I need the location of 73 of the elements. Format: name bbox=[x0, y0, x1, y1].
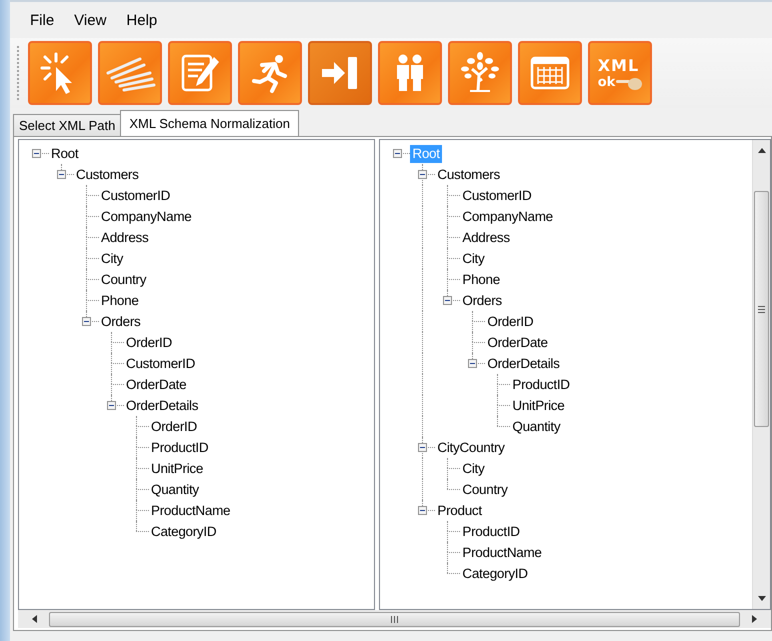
horizontal-scrollbar[interactable] bbox=[18, 610, 771, 628]
tree-node[interactable]: Product bbox=[435, 502, 484, 520]
toolbar-button[interactable] bbox=[168, 41, 232, 105]
tree-node[interactable]: Root bbox=[49, 144, 80, 162]
collapse-icon[interactable] bbox=[107, 401, 116, 410]
tree-node[interactable]: Phone bbox=[460, 270, 502, 288]
menu-item[interactable]: View bbox=[66, 12, 118, 28]
tree-node[interactable]: CustomerID bbox=[460, 186, 534, 204]
scroll-down-icon[interactable] bbox=[758, 596, 766, 601]
tree-node[interactable]: Phone bbox=[99, 292, 141, 310]
tree-node[interactable]: CustomerID bbox=[124, 354, 198, 372]
tab[interactable]: Select XML Path bbox=[13, 114, 122, 136]
scroll-up-icon[interactable] bbox=[758, 148, 766, 153]
tree-node[interactable]: Orders bbox=[460, 292, 504, 310]
scroll-thumb[interactable] bbox=[754, 191, 769, 427]
tree-node[interactable]: CustomerID bbox=[99, 186, 172, 204]
tree-node[interactable]: OrderID bbox=[485, 312, 536, 330]
toolbar-button[interactable] bbox=[98, 41, 162, 105]
tree-node[interactable]: City bbox=[460, 460, 486, 478]
tree-node[interactable]: OrderID bbox=[124, 334, 174, 352]
tree-node[interactable]: CityCountry bbox=[435, 438, 507, 456]
tree-node[interactable]: UnitPrice bbox=[510, 396, 566, 414]
toolbar-grip-icon bbox=[16, 45, 20, 101]
tree-node[interactable]: CompanyName bbox=[460, 208, 555, 226]
tree-node[interactable]: Customers bbox=[435, 166, 502, 184]
collapse-icon[interactable] bbox=[418, 443, 428, 452]
tree-node[interactable]: OrderDate bbox=[124, 376, 188, 394]
toolbar-button[interactable] bbox=[378, 41, 442, 105]
toolbar-button[interactable] bbox=[28, 41, 92, 105]
tree-node[interactable]: CompanyName bbox=[99, 208, 194, 226]
pointing-hand-icon bbox=[616, 76, 642, 90]
tree-node[interactable]: ProductID bbox=[460, 522, 522, 540]
collapse-icon[interactable] bbox=[57, 170, 66, 179]
toolbar-button[interactable] bbox=[308, 41, 372, 105]
scroll-thumb[interactable] bbox=[49, 612, 740, 626]
tree-node[interactable]: OrderDate bbox=[485, 334, 550, 352]
tree-node[interactable]: Country bbox=[99, 270, 148, 288]
toolbar-button[interactable] bbox=[448, 41, 512, 105]
tree-icon bbox=[458, 51, 502, 95]
collapse-icon[interactable] bbox=[418, 506, 428, 515]
tree-node[interactable]: OrderDetails bbox=[124, 396, 200, 414]
tree-node[interactable]: City bbox=[99, 250, 126, 268]
tree-node[interactable]: Quantity bbox=[510, 418, 562, 436]
tree-node[interactable]: ProductName bbox=[149, 502, 232, 520]
tree-node[interactable]: Address bbox=[460, 228, 512, 246]
toolbar-button[interactable] bbox=[518, 41, 582, 105]
tree-node[interactable]: CategoryID bbox=[460, 564, 530, 582]
tree-node[interactable]: UnitPrice bbox=[149, 460, 206, 478]
collapse-icon[interactable] bbox=[393, 149, 402, 158]
collapse-icon[interactable] bbox=[443, 296, 452, 305]
collapse-icon[interactable] bbox=[32, 149, 41, 158]
tree-node[interactable]: CategoryID bbox=[149, 522, 218, 540]
tree-node[interactable]: Orders bbox=[99, 312, 142, 330]
tree-node[interactable]: City bbox=[460, 250, 486, 268]
menu-item[interactable]: File bbox=[22, 12, 66, 28]
tree-node[interactable]: ProductID bbox=[510, 376, 572, 394]
tree-node[interactable]: OrderDetails bbox=[485, 354, 562, 372]
tab[interactable]: XML Schema Normalization bbox=[120, 110, 299, 136]
collapse-icon[interactable] bbox=[418, 170, 428, 179]
tree-node[interactable]: Customers bbox=[74, 166, 141, 184]
tree-node[interactable]: ProductName bbox=[460, 544, 544, 562]
collapse-icon[interactable] bbox=[468, 359, 478, 368]
collapse-icon[interactable] bbox=[82, 317, 91, 326]
scroll-right-icon[interactable] bbox=[752, 615, 757, 623]
menu-item[interactable]: Help bbox=[118, 12, 170, 28]
vertical-scrollbar[interactable] bbox=[752, 140, 770, 609]
scroll-left-icon[interactable] bbox=[32, 615, 37, 623]
tree-node[interactable]: Address bbox=[99, 228, 150, 246]
tree-node[interactable]: OrderID bbox=[149, 418, 199, 436]
tree-node[interactable]: ProductID bbox=[149, 438, 210, 456]
tree-node[interactable]: Country bbox=[460, 480, 510, 498]
tree-node[interactable]: Quantity bbox=[149, 480, 201, 498]
toolbar-button[interactable] bbox=[238, 41, 302, 105]
